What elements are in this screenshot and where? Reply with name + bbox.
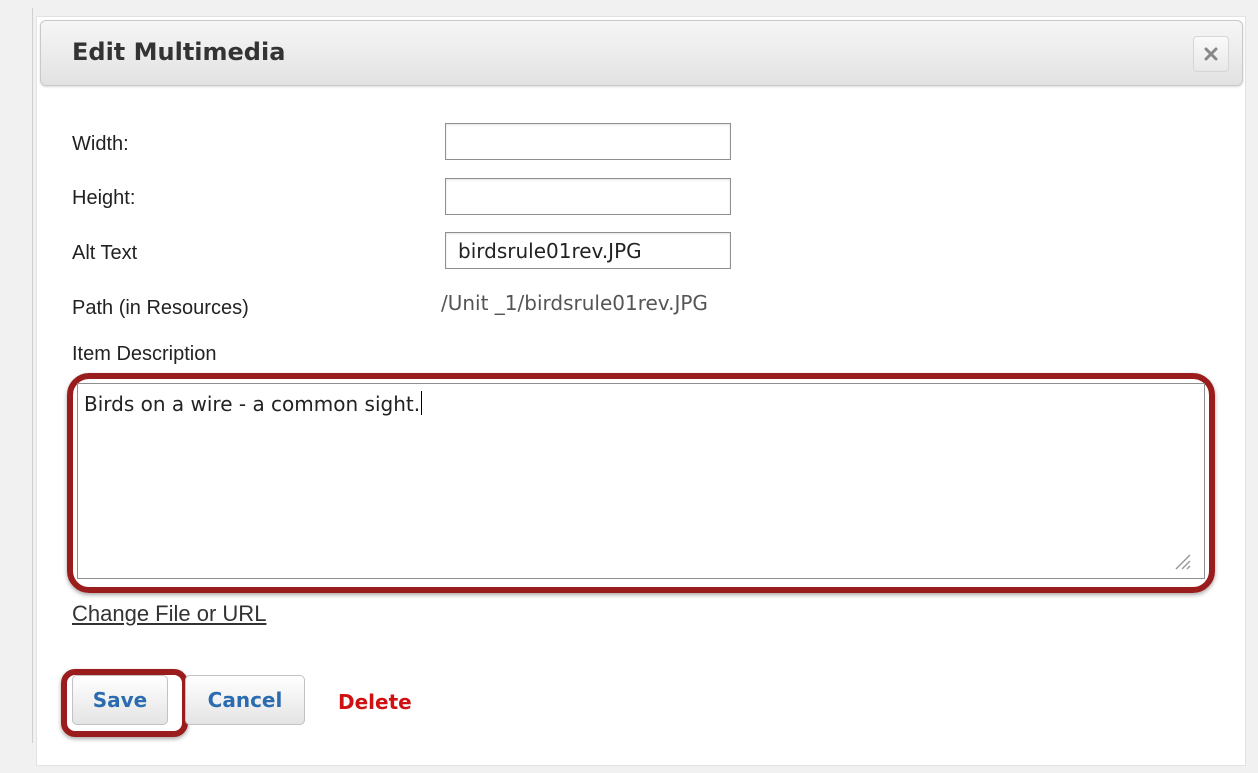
width-field[interactable] (445, 123, 731, 160)
item-description-textarea[interactable]: Birds on a wire - a common sight. (77, 383, 1205, 579)
resize-grip-icon[interactable] (1172, 551, 1192, 571)
close-button[interactable] (1193, 36, 1229, 72)
width-label: Width: (72, 133, 129, 155)
page-divider (32, 8, 33, 743)
item-description-text: Birds on a wire - a common sight. (84, 392, 421, 416)
delete-link[interactable]: Delete (338, 690, 412, 714)
change-file-link[interactable]: Change File or URL (72, 601, 266, 627)
item-description-label: Item Description (72, 343, 217, 365)
dialog-title: Edit Multimedia (72, 38, 286, 66)
height-label: Height: (72, 187, 136, 209)
height-field[interactable] (445, 178, 731, 215)
edit-multimedia-dialog: Edit Multimedia Width: Height: Alt Text … (36, 16, 1246, 766)
save-button[interactable]: Save (72, 675, 168, 725)
close-icon (1204, 47, 1218, 61)
path-label: Path (in Resources) (72, 297, 249, 319)
path-value: /Unit _1/birdsrule01rev.JPG (441, 291, 708, 315)
dialog-titlebar: Edit Multimedia (40, 20, 1243, 86)
alt-text-label: Alt Text (72, 242, 138, 264)
text-caret (421, 391, 423, 415)
cancel-button[interactable]: Cancel (185, 675, 305, 725)
screenshot-frame: Edit Multimedia Width: Height: Alt Text … (0, 0, 1258, 773)
alt-text-field[interactable] (445, 232, 731, 269)
